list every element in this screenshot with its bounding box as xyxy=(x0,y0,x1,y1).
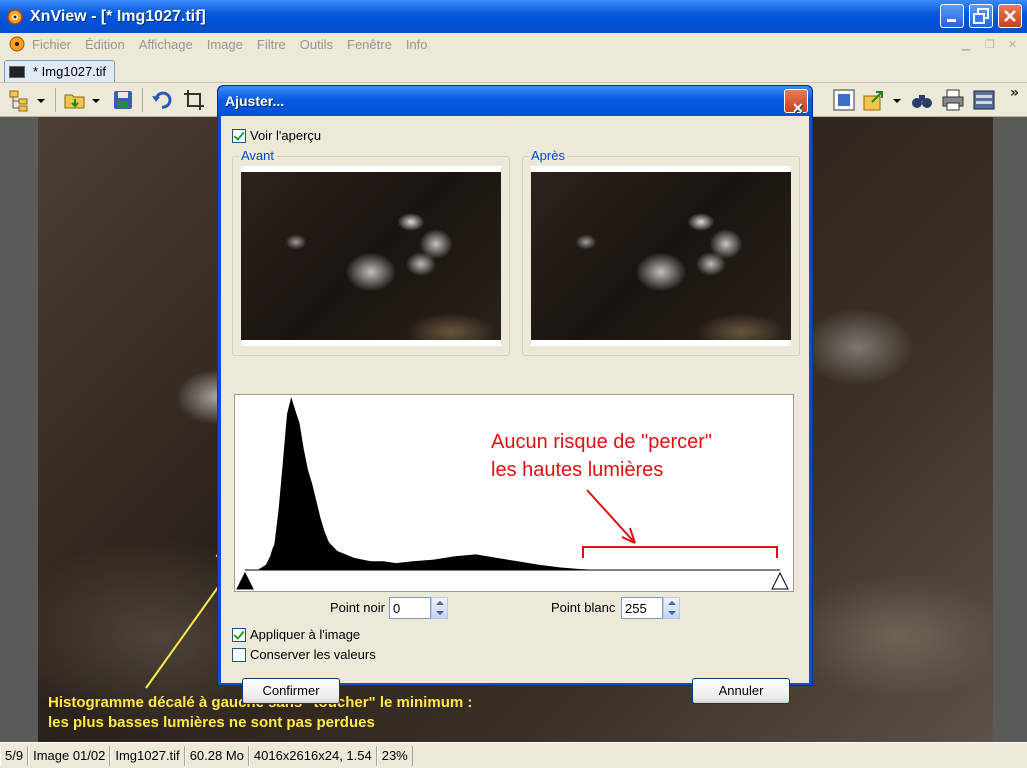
after-preview-image xyxy=(531,172,791,340)
black-point-label: Point noir xyxy=(330,600,385,615)
mdi-minimize-icon[interactable]: ▁ xyxy=(962,38,970,51)
toolbar-separator xyxy=(55,88,56,112)
red-note-line1: Aucun risque de "percer" xyxy=(491,431,712,453)
minimize-icon xyxy=(947,19,956,22)
status-filename: Img1027.tif xyxy=(110,745,185,766)
print-icon[interactable] xyxy=(941,88,965,112)
white-point-marker[interactable] xyxy=(771,571,789,590)
before-preview xyxy=(241,166,501,346)
yellow-note-line2: les plus basses lumières ne sont pas per… xyxy=(48,714,375,731)
mdi-restore-icon[interactable]: ❐ xyxy=(985,38,995,51)
preview-checkbox[interactable] xyxy=(232,129,246,143)
before-group-title: Avant xyxy=(239,148,277,163)
white-point-input[interactable]: 255 xyxy=(621,597,663,619)
menu-info[interactable]: Info xyxy=(406,37,428,52)
browser-tree-icon[interactable] xyxy=(8,88,32,112)
dialog-body: Voir l'aperçu Avant Après Aucun risque d… xyxy=(221,116,809,704)
mdi-close-icon[interactable]: ✕ xyxy=(1008,38,1017,51)
fit-window-icon[interactable] xyxy=(832,88,856,112)
apply-checkbox[interactable] xyxy=(232,628,246,642)
menu-bar: Fichier Édition Affichage Image Filtre O… xyxy=(0,33,1027,55)
dialog-close-button[interactable]: ✕ xyxy=(784,89,808,116)
menu-outils[interactable]: Outils xyxy=(300,37,333,52)
menu-edition[interactable]: Édition xyxy=(85,37,125,52)
close-icon xyxy=(1004,10,1016,22)
close-button[interactable] xyxy=(998,4,1022,28)
dialog-title-bar[interactable]: Ajuster... ✕ xyxy=(218,86,812,116)
after-preview xyxy=(531,166,791,346)
before-group: Avant xyxy=(232,148,510,356)
title-bar: XnView - [* Img1027.tif] xyxy=(0,0,1027,33)
save-icon[interactable] xyxy=(111,88,135,112)
white-point-label: Point blanc xyxy=(551,600,616,615)
restore-icon xyxy=(973,8,989,24)
maximize-button[interactable] xyxy=(969,4,993,28)
highlight-range-bracket xyxy=(582,546,778,558)
red-note-line2: les hautes lumières xyxy=(491,459,664,481)
status-zoom: 23% xyxy=(376,745,413,766)
toolbar-overflow-chevron[interactable]: » xyxy=(1010,85,1019,101)
tab-img1027[interactable]: * Img1027.tif xyxy=(4,60,115,82)
menu-fenetre[interactable]: Fenêtre xyxy=(347,37,392,52)
keep-values-checkbox[interactable] xyxy=(232,648,246,662)
white-point-spinner[interactable] xyxy=(663,597,680,619)
xnview-app-icon xyxy=(7,8,23,25)
crop-icon[interactable] xyxy=(182,88,206,112)
red-annotation-text: Aucun risque de "percer" les hautes lumi… xyxy=(491,428,712,484)
histogram[interactable]: Aucun risque de "percer" les hautes lumi… xyxy=(234,394,794,592)
dropdown-arrow-icon[interactable] xyxy=(892,88,902,112)
menu-filtre[interactable]: Filtre xyxy=(257,37,286,52)
preview-checkbox-label[interactable]: Voir l'aperçu xyxy=(250,128,321,143)
after-group-title: Après xyxy=(529,148,567,163)
dialog-title: Ajuster... xyxy=(225,93,285,109)
status-index: 5/9 xyxy=(0,745,29,766)
before-preview-image xyxy=(241,172,501,340)
image-thumbnail-icon xyxy=(9,65,25,78)
minimize-button[interactable] xyxy=(940,4,964,28)
window-title: XnView - [* Img1027.tif] xyxy=(30,7,206,25)
toolbar-separator xyxy=(142,88,143,112)
cancel-button[interactable]: Annuler xyxy=(692,678,790,704)
menu-affichage[interactable]: Affichage xyxy=(139,37,193,52)
black-point-input[interactable]: 0 xyxy=(389,597,431,619)
adjust-dialog: Ajuster... ✕ Voir l'aperçu Avant Après A… xyxy=(217,85,813,704)
black-point-spinner[interactable] xyxy=(431,597,448,619)
menu-fichier[interactable]: Fichier xyxy=(32,37,71,52)
red-annotation-arrow-line xyxy=(586,489,636,544)
xnview-menu-icon[interactable] xyxy=(8,35,26,53)
export-icon[interactable] xyxy=(862,88,886,112)
after-group: Après xyxy=(522,148,800,356)
document-tab-strip: * Img1027.tif xyxy=(0,55,1027,83)
histogram-chart xyxy=(236,397,789,590)
scanner-icon[interactable] xyxy=(972,88,996,112)
dropdown-arrow-icon[interactable] xyxy=(36,88,46,112)
dropdown-arrow-icon[interactable] xyxy=(91,88,101,112)
binoculars-icon[interactable] xyxy=(910,88,934,112)
menu-image[interactable]: Image xyxy=(207,37,243,52)
tab-label: * Img1027.tif xyxy=(33,64,106,79)
status-filesize: 60.28 Mo xyxy=(184,745,249,766)
confirm-button[interactable]: Confirmer xyxy=(242,678,340,704)
black-point-marker[interactable] xyxy=(236,571,254,590)
status-dimensions: 4016x2616x24, 1.54 xyxy=(248,745,377,766)
keep-values-checkbox-label[interactable]: Conserver les valeurs xyxy=(250,647,376,662)
status-bar: 5/9 Image 01/02 Img1027.tif 60.28 Mo 401… xyxy=(0,742,1027,768)
open-folder-icon[interactable] xyxy=(63,88,87,112)
apply-checkbox-label[interactable]: Appliquer à l'image xyxy=(250,627,360,642)
undo-icon[interactable] xyxy=(150,88,174,112)
status-page: Image 01/02 xyxy=(28,745,111,766)
